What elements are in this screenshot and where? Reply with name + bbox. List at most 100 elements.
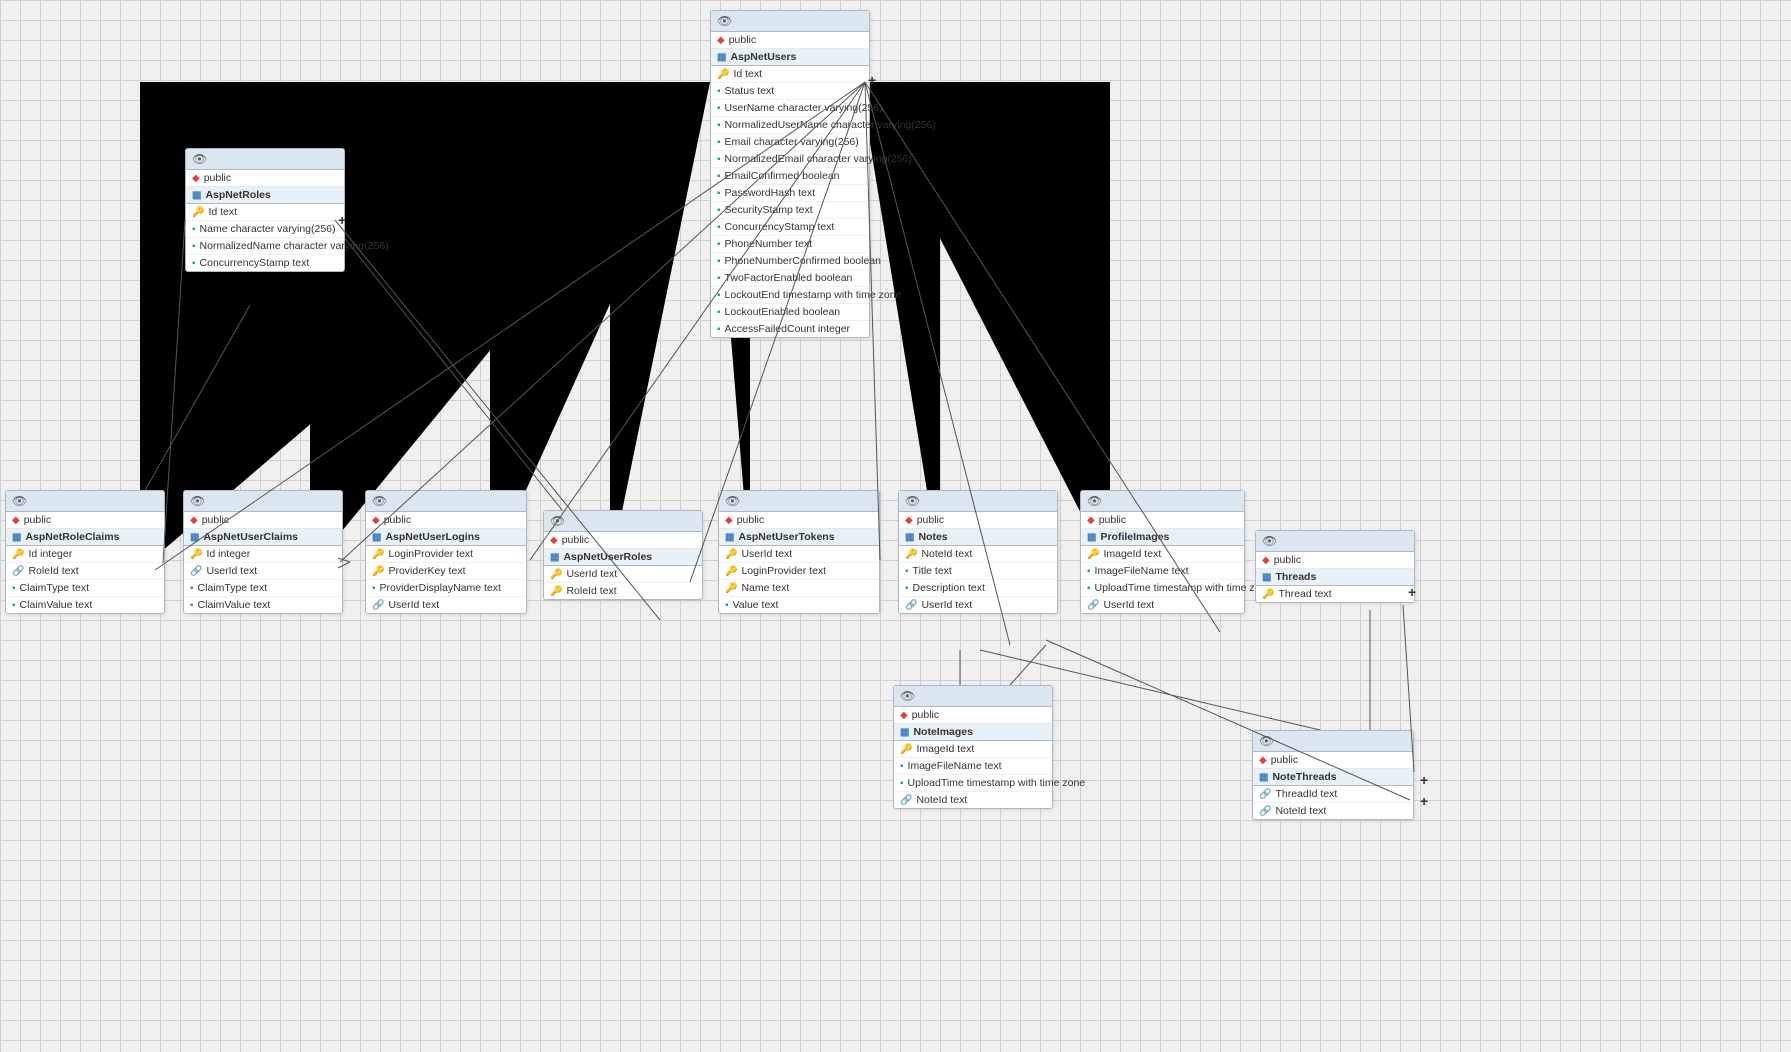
- entity-profileimages-header: 👁: [1081, 491, 1244, 512]
- entity-aspnetusertokens-header: 👁: [719, 491, 879, 512]
- entity-aspnetuserlogins-header: 👁: [366, 491, 526, 512]
- field-icon: ▪: [717, 205, 721, 216]
- field-icon: ▪: [717, 120, 721, 131]
- eye-icon: 👁: [192, 152, 207, 166]
- table-icon: ▦: [12, 532, 21, 543]
- field-label: UserId text: [206, 565, 257, 577]
- entity-profileimages-schema: ◆ public: [1081, 512, 1244, 529]
- field-description: ▪ Description text: [899, 580, 1057, 597]
- field-userid: 🔗 UserId text: [184, 563, 342, 580]
- field-label: Description text: [913, 582, 985, 594]
- eye-icon: 👁: [1259, 734, 1274, 748]
- field-label: ClaimType text: [20, 582, 89, 594]
- field-imagefilename: ▪ ImageFileName text: [894, 758, 1052, 775]
- field-icon: ▪: [12, 583, 16, 594]
- key-icon: 🔑: [725, 549, 737, 560]
- entity-notethreads-schema: ◆ public: [1253, 752, 1413, 769]
- entity-aspnetusertokens-name: ▦ AspNetUserTokens: [719, 529, 879, 546]
- field-label: ImageFileName text: [1095, 565, 1189, 577]
- plus-notethreads-2: +: [1420, 793, 1428, 809]
- key-icon: 🔑: [1087, 549, 1099, 560]
- eye-icon: 👁: [1262, 534, 1277, 548]
- field-emailconfirmed: ▪ EmailConfirmed boolean: [711, 168, 869, 185]
- entity-aspnetuserroles-name: ▦ AspNetUserRoles: [544, 549, 702, 566]
- entity-name-label: AspNetRoles: [205, 189, 270, 201]
- field-loginprovider: 🔑 LoginProvider text: [719, 563, 879, 580]
- plus-aspnetusers: +: [868, 72, 876, 88]
- entity-aspnetuserlogins: 👁 ◆ public ▦ AspNetUserLogins 🔑 LoginPro…: [365, 490, 527, 614]
- field-label: PhoneNumberConfirmed boolean: [725, 255, 881, 267]
- entity-aspnetroleclaims-name: ▦ AspNetRoleClaims: [6, 529, 164, 546]
- field-label: UploadTime timestamp with time zone: [1095, 582, 1273, 594]
- field-normalizedemail: ▪ NormalizedEmail character varying(256): [711, 151, 869, 168]
- field-label: EmailConfirmed boolean: [725, 170, 840, 182]
- field-label: Id integer: [206, 548, 250, 560]
- entity-name-label: AspNetUserLogins: [385, 531, 480, 543]
- entity-aspnetroles-schema: ◆ public: [186, 170, 344, 187]
- table-icon: ▦: [717, 52, 726, 63]
- entity-aspnetroles-header: 👁: [186, 149, 344, 170]
- entity-name-label: AspNetUsers: [730, 51, 796, 63]
- field-icon: ▪: [717, 239, 721, 250]
- field-id: 🔑 Id text: [186, 204, 344, 221]
- entity-name-label: AspNetUserClaims: [203, 531, 298, 543]
- entity-name-label: AspNetUserTokens: [738, 531, 834, 543]
- entity-notethreads: 👁 ◆ public ▦ NoteThreads 🔗 ThreadId text…: [1252, 730, 1414, 820]
- schema-label: public: [912, 709, 939, 721]
- key-icon: 🔑: [905, 549, 917, 560]
- diamond-icon: ◆: [550, 535, 558, 546]
- entity-aspnetusers-header: 👁: [711, 11, 869, 32]
- field-userid: 🔗 UserId text: [366, 597, 526, 613]
- field-label: NoteId text: [921, 548, 972, 560]
- field-threadid: 🔗 ThreadId text: [1253, 786, 1413, 803]
- key-icon: 🔑: [550, 569, 562, 580]
- entity-aspnetroleclaims: 👁 ◆ public ▦ AspNetRoleClaims 🔑 Id integ…: [5, 490, 165, 614]
- eye-icon: 👁: [900, 689, 915, 703]
- entity-threads: 👁 ◆ public ▦ Threads 🔑 Thread text: [1255, 530, 1415, 603]
- entity-name-label: Threads: [1275, 571, 1316, 583]
- field-label: Id text: [208, 206, 237, 218]
- field-label: ProviderDisplayName text: [380, 582, 501, 594]
- entity-name-label: NoteImages: [913, 726, 973, 738]
- key-icon: 🔑: [900, 744, 912, 755]
- plus-aspnetroles: +: [338, 212, 346, 228]
- field-label: NormalizedUserName character varying(256…: [725, 119, 936, 131]
- field-icon: ▪: [1087, 566, 1091, 577]
- field-roleid: 🔗 RoleId text: [6, 563, 164, 580]
- schema-label: public: [1274, 554, 1301, 566]
- field-accessfailedcount: ▪ AccessFailedCount integer: [711, 321, 869, 337]
- field-icon: ▪: [717, 290, 721, 301]
- field-concurrencystamp: ▪ ConcurrencyStamp text: [186, 255, 344, 271]
- field-normalizedname: ▪ NormalizedName character varying(256): [186, 238, 344, 255]
- eye-icon: 👁: [1087, 494, 1102, 508]
- entity-aspnetusers: 👁 ◆ public ▦ AspNetUsers 🔑 Id text ▪ Sta…: [710, 10, 870, 338]
- schema-label: public: [562, 534, 589, 546]
- entity-aspnetusertokens-schema: ◆ public: [719, 512, 879, 529]
- field-label: Title text: [913, 565, 952, 577]
- field-icon: ▪: [717, 154, 721, 165]
- diamond-icon: ◆: [372, 515, 380, 526]
- field-icon: ▪: [12, 600, 16, 611]
- table-icon: ▦: [1259, 772, 1268, 783]
- field-label: LockoutEnabled boolean: [725, 306, 841, 318]
- field-concurrencystamp: ▪ ConcurrencyStamp text: [711, 219, 869, 236]
- field-icon: ▪: [717, 307, 721, 318]
- table-icon: ▦: [190, 532, 199, 543]
- entity-noteimages-name: ▦ NoteImages: [894, 724, 1052, 741]
- field-userid: 🔗 UserId text: [1081, 597, 1244, 613]
- field-label: NoteId text: [916, 794, 967, 806]
- field-icon: ▪: [717, 86, 721, 97]
- key-icon: 🔑: [1262, 589, 1274, 600]
- field-icon: ▪: [905, 566, 909, 577]
- field-label: PhoneNumber text: [725, 238, 813, 250]
- field-label: UserId text: [1103, 599, 1154, 611]
- field-label: UserName character varying(256): [725, 102, 883, 114]
- field-label: Thread text: [1278, 588, 1331, 600]
- key-icon: 🔑: [550, 586, 562, 597]
- fk-icon: 🔗: [1259, 806, 1271, 817]
- entity-notes-header: 👁: [899, 491, 1057, 512]
- entity-threads-header: 👁: [1256, 531, 1414, 552]
- field-icon: ▪: [717, 273, 721, 284]
- plus-notethreads-1: +: [1420, 772, 1428, 788]
- diamond-icon: ◆: [1087, 515, 1095, 526]
